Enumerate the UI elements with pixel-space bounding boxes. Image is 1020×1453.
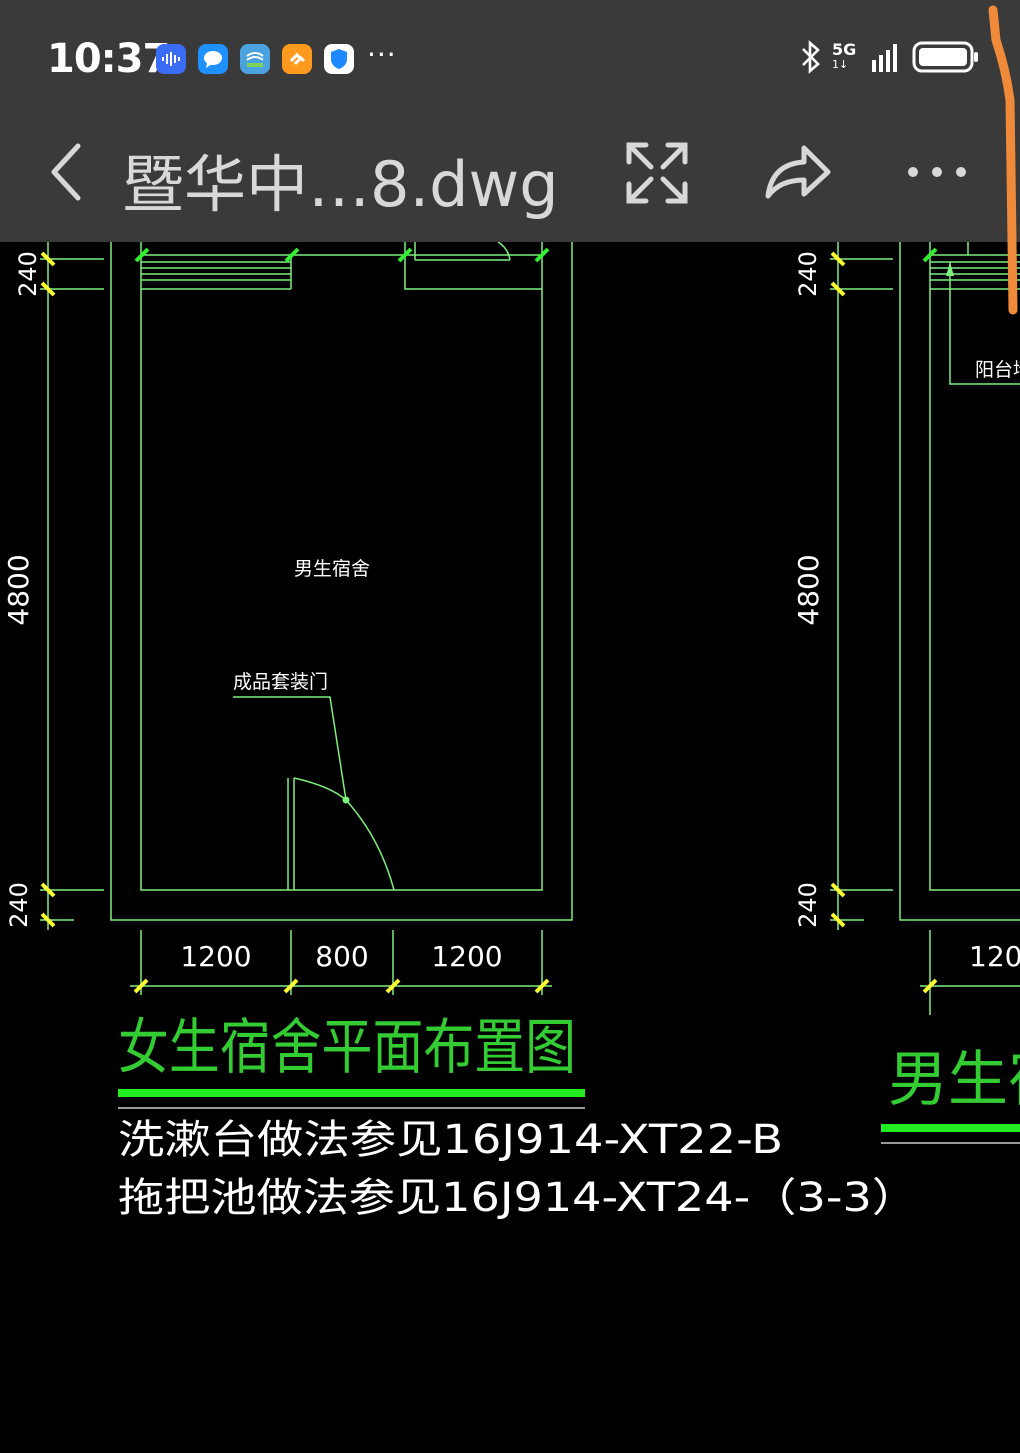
dim-middle-left: 4800 xyxy=(2,554,35,625)
dim-bottom-right: 240 xyxy=(794,882,822,928)
note-washbasin: 洗漱台做法参见16J914-XT22-B xyxy=(118,1117,783,1163)
dim-horizontal-right: 120 xyxy=(969,940,1020,973)
balcony-label: 阳台墙 xyxy=(975,359,1020,381)
dimension-ticks xyxy=(40,251,550,994)
door-label: 成品套装门 xyxy=(233,671,328,693)
left-dimension-lines xyxy=(40,242,104,930)
right-dimension-ticks xyxy=(830,251,938,994)
left-floor-plan xyxy=(40,241,573,995)
dim-horizontal-3: 1200 xyxy=(431,940,502,973)
dim-horizontal-1: 1200 xyxy=(180,940,251,973)
room-label: 男生宿舍 xyxy=(294,558,370,580)
right-floor-plan xyxy=(830,242,1020,1015)
dim-horizontal-2: 800 xyxy=(315,940,368,973)
dim-bottom-left: 240 xyxy=(5,882,33,928)
edge-swipe-handle[interactable] xyxy=(0,0,1020,320)
right-title-underline-thick xyxy=(881,1124,1020,1132)
outer-wall xyxy=(110,242,573,921)
right-plan-title: 男生宿 xyxy=(888,1045,1020,1115)
door-leader-dot xyxy=(342,796,350,804)
title-underline-thick xyxy=(118,1089,585,1097)
door-swing xyxy=(233,696,395,891)
plan-title: 女生宿舍平面布置图 xyxy=(118,1013,576,1083)
note-mop-sink: 拖把池做法参见16J914-XT24-（3-3） xyxy=(118,1175,918,1221)
dim-middle-right: 4800 xyxy=(792,554,825,625)
